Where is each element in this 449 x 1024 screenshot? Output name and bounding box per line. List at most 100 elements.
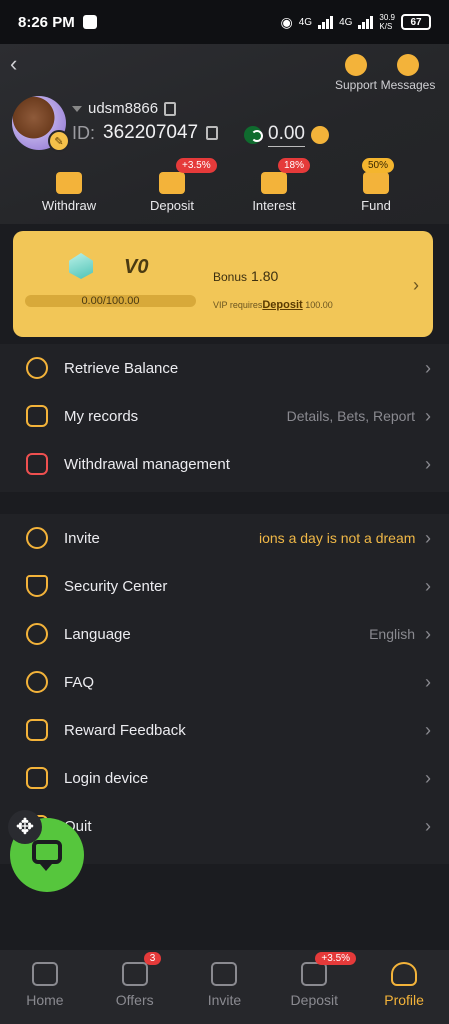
- dropdown-icon[interactable]: [72, 105, 82, 112]
- copy-username-icon[interactable]: [164, 101, 177, 116]
- menu-item-label: My records: [64, 407, 139, 425]
- menu-item-login-device[interactable]: Login device ›: [0, 754, 449, 802]
- section-divider: [0, 492, 449, 514]
- nav-label: Profile: [384, 992, 424, 1008]
- deposit-button[interactable]: +3.5% Deposit: [132, 158, 217, 213]
- copy-id-icon[interactable]: [206, 126, 219, 140]
- account-menu: Retrieve Balance › My records Details, B…: [0, 344, 449, 492]
- vip-card[interactable]: V0 0.00/100.00 Bonus 1.80 VIP requiresDep…: [13, 231, 433, 337]
- vip-progress-text: 0.00/100.00: [81, 295, 140, 307]
- move-drag-handle[interactable]: ✥: [8, 810, 42, 844]
- current-language: English: [369, 626, 415, 642]
- signal-icon-1: [318, 15, 334, 29]
- withdraw-button[interactable]: Withdraw: [29, 172, 109, 213]
- interest-button[interactable]: 18% Interest: [234, 158, 314, 213]
- vip-bonus: Bonus 1.80: [213, 268, 278, 284]
- menu-item-sub: Details, Bets, Report: [286, 408, 415, 424]
- menu-item-language[interactable]: Language English ›: [0, 610, 449, 658]
- vip-deposit-link[interactable]: Deposit: [262, 299, 302, 311]
- question-icon: [26, 671, 48, 693]
- chevron-right-icon: ›: [425, 527, 431, 548]
- refresh-balance-icon[interactable]: [310, 126, 329, 144]
- records-icon: [26, 405, 48, 427]
- menu-item-reward-feedback[interactable]: Reward Feedback ›: [0, 706, 449, 754]
- wallet-icon: [159, 172, 185, 194]
- status-icons: ◉ 4G 4G 30.9 K/S 67: [281, 13, 431, 31]
- fund-button[interactable]: 50% Fund: [336, 158, 416, 213]
- pakistan-flag-icon: [244, 126, 263, 144]
- deposit-badge: +3.5%: [176, 158, 217, 173]
- user-id-row: ID: 362207047: [72, 122, 219, 144]
- chevron-right-icon: ›: [425, 623, 431, 644]
- chevron-right-icon: ›: [425, 719, 431, 740]
- message-bubble-icon: [397, 54, 419, 76]
- fund-badge: 50%: [362, 158, 395, 173]
- users-icon: [211, 962, 238, 986]
- back-button[interactable]: ‹: [10, 53, 30, 75]
- menu-item-withdrawal-management[interactable]: Withdrawal management ›: [0, 440, 449, 488]
- menu-item-label: Retrieve Balance: [64, 359, 179, 377]
- menu-item-label: Reward Feedback: [64, 721, 186, 739]
- menu-item-label: Login device: [64, 769, 149, 787]
- avatar[interactable]: ✎: [12, 96, 70, 152]
- menu-item-retrieve-balance[interactable]: Retrieve Balance ›: [0, 344, 449, 392]
- quick-actions: Withdraw +3.5% Deposit 18% Interest 50% …: [0, 158, 449, 222]
- messages-button[interactable]: Messages: [380, 54, 436, 92]
- signal-icon-2: [358, 15, 374, 29]
- menu-item-invite[interactable]: Invite ions a day is not a dream ›: [0, 514, 449, 562]
- nav-home[interactable]: Home: [0, 950, 90, 1024]
- vip-req-amount: 100.00: [305, 300, 333, 310]
- network-type-2: 4G: [339, 16, 353, 28]
- balance-row: 0.00: [244, 123, 329, 147]
- deposit-label: Deposit: [149, 198, 195, 213]
- wifi-icon: ◉: [280, 13, 293, 30]
- edit-feedback-icon: [26, 719, 48, 741]
- id-label: ID:: [72, 122, 96, 143]
- network-type-1: 4G: [298, 16, 313, 28]
- status-bar: 8:26 PM ◉ 4G 4G 30.9 K/S 67: [0, 0, 449, 44]
- profile-icon: [391, 962, 418, 986]
- wallet-icon: [301, 962, 328, 986]
- chevron-right-icon: ›: [425, 453, 431, 474]
- offers-badge: 3: [143, 952, 162, 965]
- nav-profile[interactable]: Profile: [359, 950, 449, 1024]
- menu-item-faq[interactable]: FAQ ›: [0, 658, 449, 706]
- invite-user-icon: [26, 527, 48, 549]
- network-speed-unit: K/S: [379, 22, 393, 31]
- deposit-nav-badge: +3.5%: [315, 952, 357, 965]
- menu-item-label: Invite: [64, 529, 100, 547]
- menu-item-security-center[interactable]: Security Center ›: [0, 562, 449, 610]
- menu-item-my-records[interactable]: My records Details, Bets, Report ›: [0, 392, 449, 440]
- fund-label: Fund: [361, 198, 391, 213]
- chevron-right-icon: ›: [425, 671, 431, 692]
- menu-item-label: Security Center: [64, 577, 168, 595]
- battery-level: 67: [410, 16, 422, 28]
- devices-icon: [26, 767, 48, 789]
- nav-label: Invite: [207, 992, 242, 1008]
- nav-offers[interactable]: 3 Offers: [90, 950, 180, 1024]
- chevron-right-icon: ›: [425, 575, 431, 596]
- support-button[interactable]: Support: [333, 54, 379, 92]
- nav-label: Home: [26, 992, 64, 1008]
- invite-marquee-text: ions a day is not a dream: [259, 530, 415, 546]
- interest-label: Interest: [252, 198, 296, 213]
- bottom-nav: Home 3 Offers Invite +3.5% Deposit Profi…: [0, 950, 449, 1024]
- nav-invite[interactable]: Invite: [180, 950, 270, 1024]
- home-icon: [31, 962, 58, 986]
- notification-icon: [82, 15, 97, 29]
- fund-hands-icon: [363, 172, 389, 194]
- status-time: 8:26 PM: [18, 13, 75, 31]
- nav-deposit[interactable]: +3.5% Deposit: [269, 950, 359, 1024]
- interest-badge: 18%: [278, 158, 311, 173]
- headset-icon: [345, 54, 367, 76]
- menu-item-label: FAQ: [64, 673, 95, 691]
- vip-requirement: VIP requiresDeposit 100.00: [213, 299, 333, 311]
- edit-avatar-icon[interactable]: ✎: [48, 130, 70, 152]
- support-label: Support: [334, 78, 378, 92]
- chat-bubble-tail: [40, 864, 52, 871]
- vip-req-prefix: VIP requires: [213, 300, 263, 310]
- settings-menu: Invite ions a day is not a dream › Secur…: [0, 514, 449, 864]
- vip-gem-icon: [69, 253, 93, 279]
- bonus-label: Bonus: [213, 270, 248, 284]
- bonus-value: 1.80: [251, 268, 279, 284]
